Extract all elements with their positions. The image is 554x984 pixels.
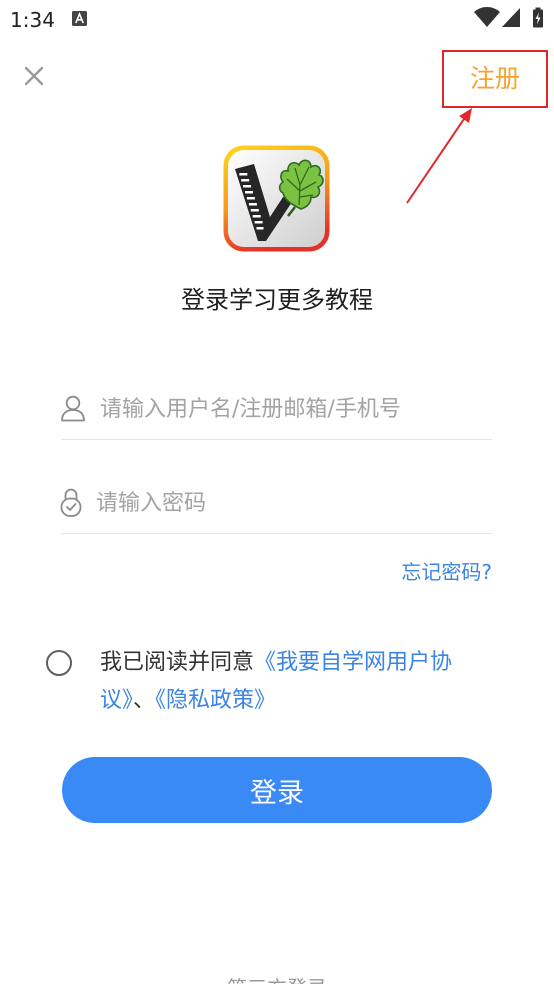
- username-input[interactable]: [100, 392, 492, 426]
- lock-icon: [60, 488, 82, 517]
- agreement-checkbox[interactable]: [46, 650, 72, 676]
- password-underline: [61, 533, 492, 534]
- user-icon: [61, 395, 85, 422]
- page-title: 登录学习更多教程: [181, 286, 373, 314]
- agreement-text: 我已阅读并同意《我要自学网用户协议》、《隐私政策》: [100, 644, 464, 720]
- password-input[interactable]: [96, 486, 492, 520]
- third-party-login-label: 第三方登录: [0, 976, 554, 984]
- wifi-icon: [474, 7, 500, 27]
- signal-icon: [502, 8, 520, 27]
- username-underline: [61, 439, 492, 440]
- a-notification-icon: [72, 11, 87, 26]
- login-button[interactable]: 登录: [62, 757, 492, 823]
- register-button[interactable]: 注册: [442, 50, 548, 104]
- agreement-prefix: 我已阅读并同意: [100, 650, 255, 675]
- app-logo: [223, 145, 330, 252]
- login-button-label: 登录: [250, 777, 304, 809]
- close-icon: [24, 66, 44, 86]
- privacy-policy-link[interactable]: 《隐私政策》: [155, 688, 276, 713]
- third-party-login[interactable]: 第三方登录: [0, 976, 554, 984]
- close-button[interactable]: [22, 64, 46, 88]
- forgot-password-link[interactable]: 忘记密码?: [401, 558, 492, 586]
- annotation-arrow: [406, 108, 472, 204]
- status-time: 1:34: [10, 8, 55, 32]
- agreement-separator: 、: [133, 688, 156, 713]
- battery-charging-icon: [533, 7, 543, 28]
